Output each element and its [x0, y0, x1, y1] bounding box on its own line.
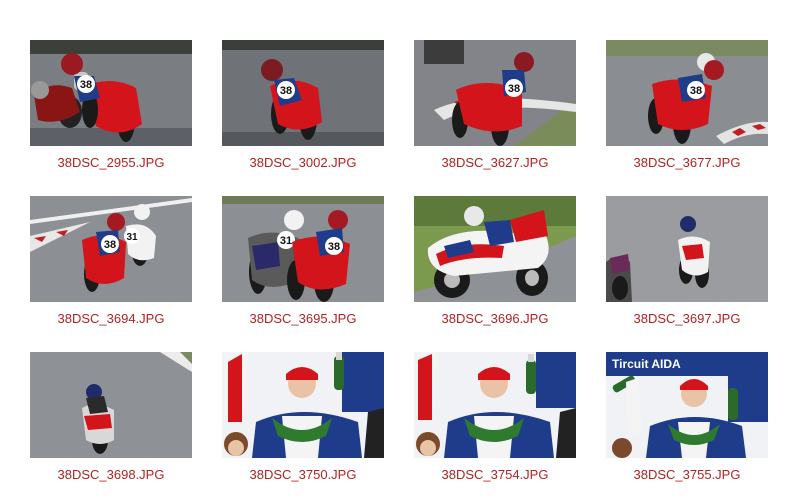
thumbnail-link[interactable] — [222, 352, 384, 458]
photo-motorcycle-lean: 38 — [606, 40, 768, 146]
thumbnail-cell: 38DSC_3750.JPG — [222, 352, 384, 492]
thumbnail-link[interactable]: 31 38 — [30, 196, 192, 302]
photo-podium-banner: Tircuit AIDA — [606, 352, 768, 458]
thumbnail-link[interactable]: 38 — [414, 40, 576, 146]
thumbnail-filename-link[interactable]: 38DSC_3697.JPG — [596, 311, 778, 326]
bike-number: 38 — [690, 85, 702, 97]
thumbnail-cell: 38DSC_3698.JPG — [30, 352, 192, 492]
thumbnail-filename-link[interactable]: 38DSC_3002.JPG — [212, 155, 394, 170]
thumbnail-gallery: 38 38DSC_2955.JPG 38 38DSC_3002.JPG 38 3… — [0, 0, 800, 500]
thumbnail-filename-link[interactable]: 38DSC_3695.JPG — [212, 311, 394, 326]
thumbnail-filename-link[interactable]: 38DSC_3627.JPG — [404, 155, 586, 170]
thumbnail-link[interactable]: Tircuit AIDA — [606, 352, 768, 458]
thumbnail-link[interactable] — [30, 352, 192, 458]
thumbnail-filename-link[interactable]: 38DSC_3677.JPG — [596, 155, 778, 170]
thumbnail-cell: 38DSC_3754.JPG — [414, 352, 576, 492]
thumbnail-cell: 38 38DSC_2955.JPG — [30, 40, 192, 180]
thumbnail-link[interactable]: 31 38 — [222, 196, 384, 302]
photo-motorcycle-pair-close: 31 38 — [222, 196, 384, 302]
banner-text: Tircuit AIDA — [612, 357, 681, 371]
thumbnail-cell: 38 38DSC_3627.JPG — [414, 40, 576, 180]
thumbnail-cell: 38 38DSC_3677.JPG — [606, 40, 768, 180]
rival-number: 31 — [280, 235, 292, 247]
thumbnail-filename-link[interactable]: 38DSC_2955.JPG — [20, 155, 202, 170]
thumbnail-filename-link[interactable]: 38DSC_3696.JPG — [404, 311, 586, 326]
thumbnail-cell: 31 38 38DSC_3694.JPG — [30, 196, 192, 336]
photo-motorcycle-kerb: 38 — [414, 40, 576, 146]
thumbnail-link[interactable] — [414, 196, 576, 302]
thumbnail-link[interactable] — [414, 352, 576, 458]
bike-number: 38 — [328, 241, 340, 253]
bike-number: 38 — [104, 239, 116, 251]
thumbnail-link[interactable]: 38 — [606, 40, 768, 146]
thumbnail-filename-link[interactable]: 38DSC_3698.JPG — [20, 467, 202, 482]
thumbnail-filename-link[interactable]: 38DSC_3754.JPG — [404, 467, 586, 482]
photo-podium-celebration — [414, 352, 576, 458]
bike-number: 38 — [80, 79, 92, 91]
photo-motorcycle-grass-closeup — [414, 196, 576, 302]
thumbnail-link[interactable]: 38 — [222, 40, 384, 146]
bike-number: 38 — [508, 83, 520, 95]
thumbnail-cell: 38 38DSC_3002.JPG — [222, 40, 384, 180]
thumbnail-cell: 38DSC_3697.JPG — [606, 196, 768, 336]
thumbnail-link[interactable] — [606, 196, 768, 302]
thumbnail-link[interactable]: 38 — [30, 40, 192, 146]
photo-motorcycle-far — [606, 196, 768, 302]
thumbnail-cell: Tircuit AIDA 38DSC_3755.JPG — [606, 352, 768, 492]
thumbnail-filename-link[interactable]: 38DSC_3755.JPG — [596, 467, 778, 482]
rival-number: 31 — [126, 232, 138, 243]
thumbnail-filename-link[interactable]: 38DSC_3694.JPG — [20, 311, 202, 326]
photo-podium-celebration — [222, 352, 384, 458]
photo-motorcycle-rear — [30, 352, 192, 458]
photo-motorcycle-two-bikes: 38 — [30, 40, 192, 146]
thumbnail-filename-link[interactable]: 38DSC_3750.JPG — [212, 467, 394, 482]
photo-motorcycle-pair: 31 38 — [30, 196, 192, 302]
thumbnail-cell: 38DSC_3696.JPG — [414, 196, 576, 336]
photo-motorcycle-cornering: 38 — [222, 40, 384, 146]
bike-number: 38 — [280, 85, 292, 97]
thumbnail-cell: 31 38 38DSC_3695.JPG — [222, 196, 384, 336]
